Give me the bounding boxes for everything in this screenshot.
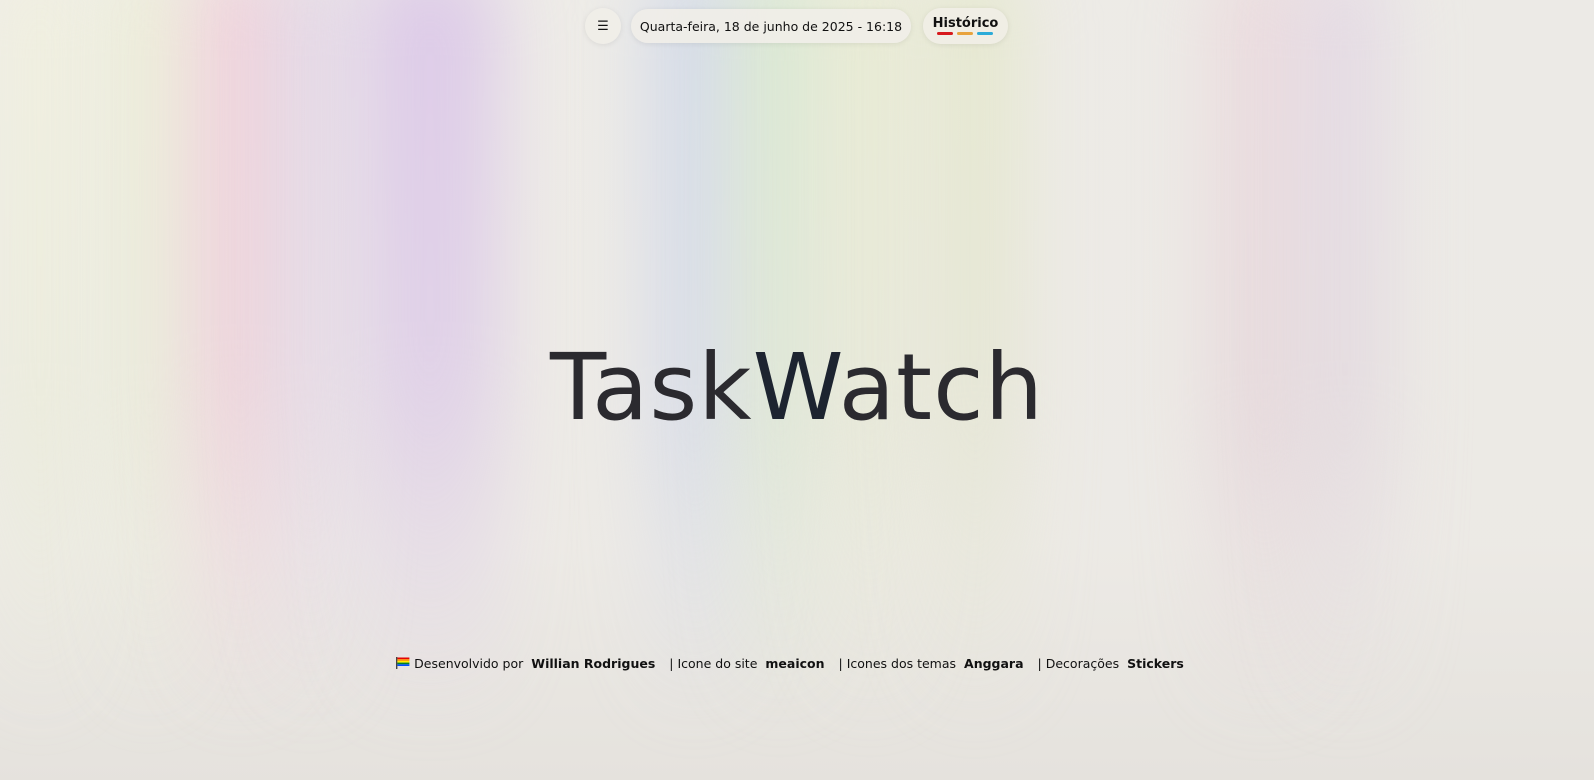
app-title-part-atch: atch bbox=[838, 334, 1044, 441]
app-title-part-w: W bbox=[752, 334, 839, 441]
history-bar-blue bbox=[977, 32, 993, 35]
site-icon-author-link[interactable]: meaicon bbox=[765, 656, 824, 671]
developer-link[interactable]: Willian Rodrigues bbox=[531, 656, 655, 671]
history-button[interactable]: Histórico bbox=[923, 8, 1008, 44]
theme-icons-author-link[interactable]: Anggara bbox=[964, 656, 1024, 671]
date-time-text: Quarta-feira, 18 de junho de 2025 - 16:1… bbox=[639, 18, 903, 34]
footer-credits: Desenvolvido por Willian Rodrigues | Icone… bbox=[0, 656, 1594, 671]
site-icon-label: | Icone do site bbox=[669, 656, 758, 671]
menu-icon: ☰ bbox=[597, 18, 609, 34]
date-time-display: Quarta-feira, 18 de junho de 2025 - 16:1… bbox=[631, 9, 911, 43]
theme-icons-label: | Icones dos temas bbox=[838, 656, 957, 671]
decorations-author-link[interactable]: Stickers bbox=[1127, 656, 1184, 671]
decorations-label: | Decorações bbox=[1037, 656, 1120, 671]
rainbow-flag-icon bbox=[396, 657, 410, 669]
app-title: TaskWatch bbox=[0, 333, 1594, 443]
app-title-part-task: Task bbox=[550, 334, 753, 441]
history-label: Histórico bbox=[932, 16, 999, 31]
history-bar-orange bbox=[957, 32, 973, 35]
developed-by-label: Desenvolvido por bbox=[414, 656, 524, 671]
top-bar: ☰ Quarta-feira, 18 de junho de 2025 - 16… bbox=[0, 8, 1594, 44]
history-color-bars bbox=[937, 32, 993, 35]
history-bar-red bbox=[937, 32, 953, 35]
menu-button[interactable]: ☰ bbox=[585, 8, 621, 44]
